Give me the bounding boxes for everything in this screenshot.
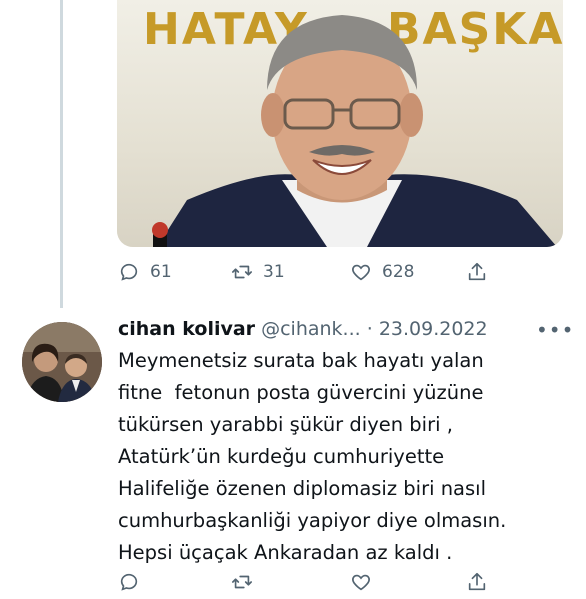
tweet-date[interactable]: 23.09.2022 [379,318,488,340]
retweet-action[interactable]: 31 [231,261,285,283]
portrait-illustration [152,15,557,247]
avatar-image [22,322,102,402]
tweet-media-photo[interactable]: HATAY BAŞKA [117,0,563,247]
tweet-line: fitne fetonun posta güvercini yüzüne [118,381,484,404]
tweet-line: Halifeliğe özenen diplomasiz biri nasıl [118,477,487,500]
tweet-body: Meymenetsiz surata bak hayatı yalan fitn… [118,345,573,569]
separator-dot: · [366,318,373,340]
reply-icon [120,263,138,281]
reply-action-2[interactable] [118,571,140,593]
avatar[interactable] [22,322,102,402]
share-icon [468,262,486,281]
tweet-line: Hepsi üçaçak Ankaradan az kaldı . [118,541,453,564]
share-icon [468,572,486,591]
retweet-action-2[interactable] [231,571,253,593]
retweet-count: 31 [263,262,285,282]
retweet-icon [232,265,252,279]
reply-icon [120,573,138,591]
tweet-header: cihan kolivar @cihank... · 23.09.2022 [118,318,568,348]
thread-connector-line [60,0,63,308]
share-action-2[interactable] [466,571,488,593]
like-icon [352,574,370,591]
more-options-icon[interactable]: ••• [536,318,574,342]
like-icon [352,264,370,281]
reply-count: 61 [150,262,172,282]
tweet-line: Atatürk’ün kurdeğu cumhuriyette [118,445,445,468]
like-count: 628 [382,262,415,282]
tweet-line: cumhurbaşkanliği yapiyor diye olmasın. [118,509,507,532]
reply-action[interactable]: 61 [118,261,172,283]
retweet-icon [232,575,252,589]
like-action[interactable]: 628 [350,261,414,283]
user-handle[interactable]: @cihank... [261,318,361,340]
tweet-line: Meymenetsiz surata bak hayatı yalan [118,349,484,372]
like-action-2[interactable] [350,571,372,593]
tweet-line: tükürsen yarabbi şükür diyen biri , [118,413,453,436]
share-action[interactable] [466,261,488,283]
display-name[interactable]: cihan kolivar [118,318,255,340]
